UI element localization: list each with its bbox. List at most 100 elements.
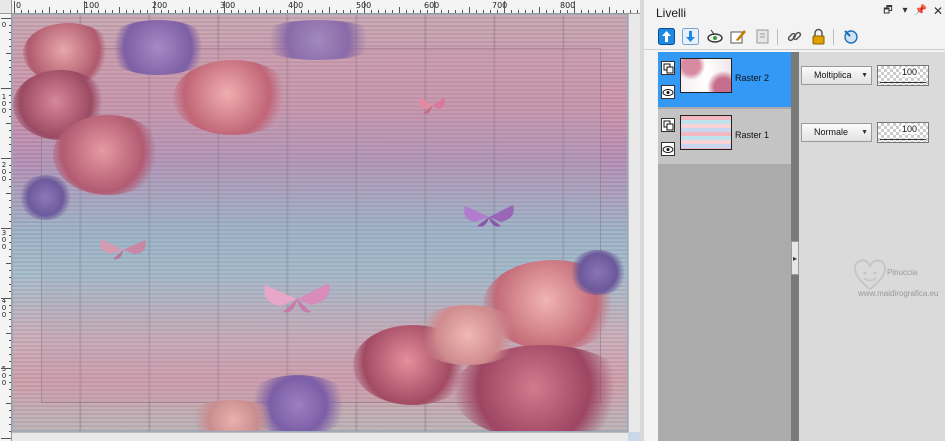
horizontal-ruler: 0 100 200 300 400 500 600 700 800 xyxy=(12,0,640,14)
image-canvas[interactable] xyxy=(12,14,628,432)
chevron-down-icon: ▼ xyxy=(861,129,868,136)
ruler-tick xyxy=(574,1,575,13)
palette-title: Livelli xyxy=(656,6,687,20)
blend-mode-value: Moltiplica xyxy=(814,70,852,80)
palette-titlebar: Livelli 🗗 ▾ 📌 ✕ xyxy=(644,0,945,24)
toolbar-separator xyxy=(777,29,778,45)
layer-props-raster-2: Moltiplica ▼ 100 xyxy=(798,52,945,107)
watermark-name: Pinuccia xyxy=(887,268,918,277)
butterfly-decoration xyxy=(100,239,146,260)
rose-cluster xyxy=(18,175,73,220)
opacity-field[interactable]: 100 xyxy=(877,65,929,86)
ruler-label: 4 0 0 xyxy=(1,297,7,319)
ruler-tick xyxy=(154,1,155,13)
layer-row-raster-1[interactable]: Raster 1 xyxy=(658,109,795,164)
edit-layer-button[interactable] xyxy=(728,26,749,47)
horizontal-scrollbar[interactable] xyxy=(12,432,628,441)
ruler-label: 2 0 0 xyxy=(1,161,7,183)
eye-visibility-icon[interactable] xyxy=(661,142,675,156)
link-icon xyxy=(787,31,802,42)
ruler-corner xyxy=(0,0,12,14)
ruler-tick xyxy=(1,18,11,19)
canvas-area: 0 100 200 300 400 500 600 700 800 0 1 0 … xyxy=(0,0,640,441)
ruler-label: 3 0 0 xyxy=(1,229,7,251)
ruler-tick xyxy=(294,1,295,13)
delete-layer-icon xyxy=(756,29,769,44)
toolbar-separator xyxy=(833,29,834,45)
lock-layer-button[interactable] xyxy=(808,26,829,47)
opacity-field[interactable]: 100 xyxy=(877,122,929,143)
layers-palette: Livelli 🗗 ▾ 📌 ✕ Raster 2 Raster 1 Moltip… xyxy=(640,0,945,441)
opacity-slider-track[interactable] xyxy=(880,82,926,83)
ruler-tick xyxy=(14,1,15,13)
divider-collapse-handle[interactable]: ▸ xyxy=(791,241,799,275)
blend-mode-select[interactable]: Normale ▼ xyxy=(801,123,872,142)
move-layer-down-icon xyxy=(682,28,699,45)
layer-group-icon[interactable] xyxy=(661,61,675,75)
ruler-tick xyxy=(329,7,330,13)
pin-icon[interactable]: 📌 xyxy=(914,4,928,18)
ruler-label: 300 xyxy=(220,1,236,10)
vertical-ruler: 0 1 0 0 2 0 0 3 0 0 4 0 0 5 0 0 xyxy=(0,14,12,441)
ruler-tick xyxy=(189,7,190,13)
layer-properties-column: Moltiplica ▼ 100 Normale ▼ 100 Pinuccia … xyxy=(798,52,945,441)
layer-name: Raster 1 xyxy=(735,130,770,140)
blend-mode-select[interactable]: Moltiplica ▼ xyxy=(801,66,872,85)
delete-layer-button[interactable] xyxy=(752,26,773,47)
ruler-label: 600 xyxy=(424,1,440,10)
ruler-tick xyxy=(1,298,11,299)
ruler-tick xyxy=(469,7,470,13)
butterfly-decoration xyxy=(419,97,445,114)
ruler-tick xyxy=(399,7,400,13)
vertical-scrollbar[interactable] xyxy=(628,14,640,432)
layer-group-icon[interactable] xyxy=(661,118,675,132)
restore-window-icon[interactable]: 🗗 xyxy=(881,4,895,18)
chevron-down-icon: ▼ xyxy=(861,72,868,79)
rose-cluster xyxy=(173,60,293,135)
ruler-tick xyxy=(259,7,260,13)
layers-toolbar xyxy=(644,24,945,50)
ruler-tick xyxy=(609,7,610,13)
ruler-label: 800 xyxy=(560,1,576,10)
link-layers-button[interactable] xyxy=(784,26,805,47)
ruler-label: 0 xyxy=(1,21,7,29)
layer-visibility-button[interactable] xyxy=(704,26,725,47)
ruler-label: 0 xyxy=(16,1,22,10)
layer-properties-icon xyxy=(844,30,858,44)
close-icon[interactable]: ✕ xyxy=(931,4,945,18)
blend-mode-value: Normale xyxy=(814,127,849,137)
layer-visibility-icon xyxy=(706,29,723,43)
eye-visibility-icon[interactable] xyxy=(661,85,675,99)
layer-thumbnail xyxy=(680,58,732,93)
opacity-value: 100 xyxy=(900,67,918,77)
layer-props-raster-1: Normale ▼ 100 xyxy=(798,109,945,164)
ruler-tick xyxy=(434,1,435,13)
move-layer-up-icon xyxy=(658,28,675,45)
opacity-slider-track[interactable] xyxy=(880,139,926,140)
watermark-url: www.maidirografica.eu xyxy=(858,289,939,298)
rose-cluster xyxy=(253,20,383,60)
layers-list: Raster 2 Raster 1 xyxy=(658,52,795,441)
ruler-label: 1 0 0 xyxy=(1,93,7,115)
ruler-label: 100 xyxy=(84,1,100,10)
layer-row-raster-2[interactable]: Raster 2 xyxy=(658,52,795,107)
ruler-label: 400 xyxy=(288,1,304,10)
ruler-tick xyxy=(119,7,120,13)
rose-cluster xyxy=(183,400,283,431)
watermark-heart-logo xyxy=(853,259,887,291)
chevron-down-icon[interactable]: ▾ xyxy=(898,4,912,18)
ruler-tick xyxy=(49,7,50,13)
rose-cluster xyxy=(413,305,523,365)
edit-layer-icon xyxy=(730,30,746,44)
ruler-tick xyxy=(1,228,11,229)
layer-properties-button[interactable] xyxy=(840,26,861,47)
lock-icon xyxy=(812,28,825,45)
chevron-right-icon: ▸ xyxy=(792,253,797,263)
app-root: 0 100 200 300 400 500 600 700 800 0 1 0 … xyxy=(0,0,945,441)
ruler-tick xyxy=(1,88,11,89)
move-layer-down-button[interactable] xyxy=(680,26,701,47)
ruler-tick xyxy=(1,158,11,159)
layer-thumbnail xyxy=(680,115,732,150)
move-layer-up-button[interactable] xyxy=(656,26,677,47)
layer-name: Raster 2 xyxy=(735,73,770,83)
